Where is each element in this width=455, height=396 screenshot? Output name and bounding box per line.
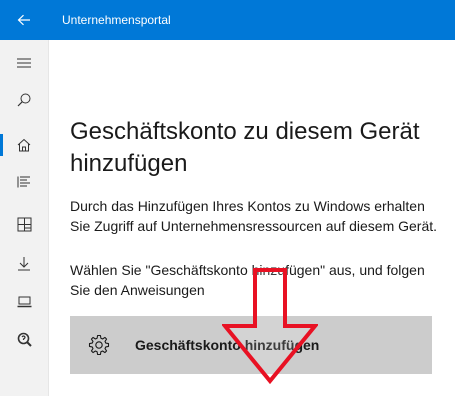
- nav-item-downloads[interactable]: [0, 245, 48, 281]
- main-content: Geschäftskonto zu diesem Gerät hinzufüge…: [48, 40, 455, 396]
- title-bar: Unternehmensportal: [0, 0, 455, 40]
- device-icon: [17, 296, 31, 308]
- list-icon: [17, 176, 30, 188]
- apps-grid-icon: [17, 217, 31, 231]
- add-work-account-label: Geschäftskonto hinzufügen: [135, 337, 320, 353]
- help-search-icon: [17, 332, 32, 347]
- add-work-account-button[interactable]: Geschäftskonto hinzufügen: [70, 316, 432, 374]
- home-icon: [17, 138, 31, 152]
- nav-item-devices[interactable]: [0, 284, 48, 320]
- nav-item-home[interactable]: [0, 127, 48, 163]
- instruction-text: Wählen Sie "Geschäftskonto hinzufügen" a…: [70, 262, 425, 298]
- nav-item-apps[interactable]: [0, 206, 48, 242]
- nav-menu-button[interactable]: [0, 45, 48, 81]
- app-title: Unternehmensportal: [62, 13, 171, 27]
- gear-icon: [88, 334, 110, 356]
- sidebar: [0, 40, 49, 396]
- nav-search-button[interactable]: [0, 82, 48, 118]
- back-arrow-icon: [17, 14, 30, 26]
- page-title: Geschäftskonto zu diesem Gerät hinzufüge…: [70, 118, 420, 177]
- back-button[interactable]: [0, 0, 48, 40]
- description-text: Durch das Hinzufügen Ihres Kontos zu Win…: [70, 198, 438, 234]
- search-icon: [17, 93, 31, 107]
- nav-item-list[interactable]: [0, 164, 48, 200]
- company-portal-window: Unternehmensportal Geschäftskonto zu die…: [0, 0, 455, 396]
- download-icon: [18, 256, 30, 270]
- hamburger-menu-icon: [17, 58, 31, 68]
- nav-item-help[interactable]: [0, 321, 48, 357]
